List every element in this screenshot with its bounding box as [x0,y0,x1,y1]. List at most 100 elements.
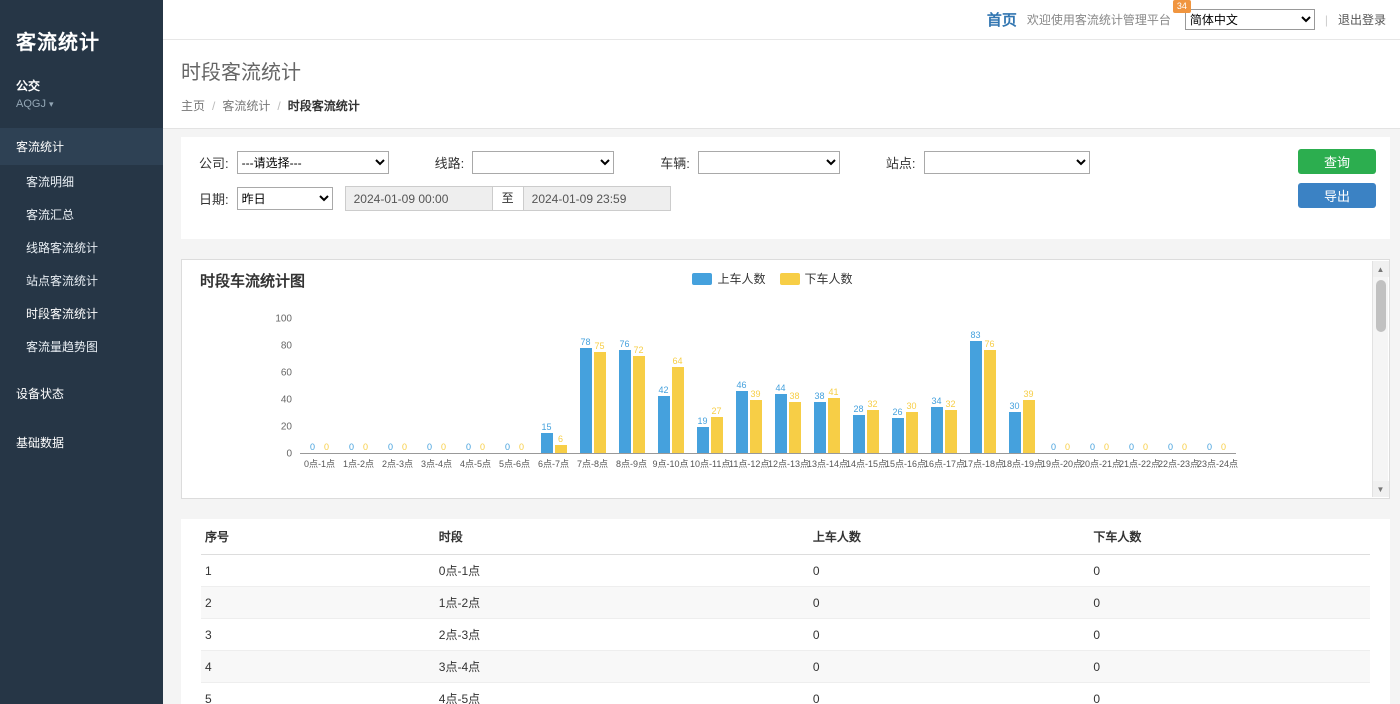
sidebar-item[interactable]: 客流量趋势图 [0,330,163,363]
bar[interactable] [750,400,762,453]
table-row: 54点-5点00 [201,683,1370,704]
bar-group: 00 [1080,318,1119,453]
scroll-up-icon[interactable]: ▲ [1373,261,1389,277]
bar[interactable] [594,352,606,453]
bar[interactable] [619,350,631,453]
bar[interactable] [814,402,826,453]
table-cell: 0 [1089,555,1370,587]
sidebar-section-base-data[interactable]: 基础数据 [0,424,163,461]
bar[interactable] [931,407,943,453]
sidebar-section-passenger-flow[interactable]: 客流统计 [0,128,163,165]
bar[interactable] [736,391,748,453]
bar-value-label: 46 [736,380,746,390]
legend-item[interactable]: 下车人数 [780,270,853,287]
bar-wrap: 46 [736,380,748,453]
bar-wrap: 41 [828,387,840,453]
x-tick-label: 13点-14点 [807,457,846,470]
bar[interactable] [970,341,982,453]
bar[interactable] [1023,400,1035,453]
bar-value-label: 0 [427,442,432,452]
bar[interactable] [672,367,684,453]
date-preset-select[interactable]: 昨日 [237,187,333,210]
bar-group: 7875 [573,318,612,453]
scroll-down-icon[interactable]: ▼ [1373,481,1389,497]
notification-badge[interactable]: 34 [1173,0,1191,13]
bar[interactable] [867,410,879,453]
bar[interactable] [580,348,592,453]
breadcrumb-separator: / [277,99,280,113]
bar-group: 00 [1158,318,1197,453]
org-selector[interactable]: AQGJ ▾ [0,96,163,128]
bar-value-label: 0 [324,442,329,452]
bar[interactable] [828,398,840,453]
bar-value-label: 30 [906,401,916,411]
breadcrumb-item[interactable]: 主页 [181,97,205,114]
date-label: 日期: [199,189,229,208]
page-header: 时段客流统计 主页/客流统计/时段客流统计 [163,40,1400,129]
bar[interactable] [697,427,709,453]
bar-value-label: 0 [1104,442,1109,452]
bar-wrap: 0 [424,442,436,453]
x-tick-label: 15点-16点 [885,457,924,470]
home-link[interactable]: 首页 [987,9,1017,30]
vehicle-select[interactable] [698,151,840,174]
bar[interactable] [775,394,787,453]
logout-link[interactable]: 退出登录 [1338,11,1386,28]
bar[interactable] [711,417,723,453]
x-tick-label: 14点-15点 [846,457,885,470]
bar-wrap: 0 [307,442,319,453]
x-tick-label: 17点-18点 [963,457,1002,470]
sidebar-item[interactable]: 客流明细 [0,165,163,198]
bar-group: 4264 [651,318,690,453]
bar[interactable] [633,356,645,453]
chart-scrollbar[interactable]: ▲ ▼ [1372,261,1388,497]
bar-group: 4438 [768,318,807,453]
table-cell: 0点-1点 [435,555,809,587]
station-select[interactable] [924,151,1090,174]
language-select[interactable]: 简体中文 [1185,9,1315,30]
bar[interactable] [541,433,553,453]
bar-group: 00 [417,318,456,453]
legend-swatch-icon [780,273,800,285]
bar-group: 00 [1119,318,1158,453]
sidebar-section-device-status[interactable]: 设备状态 [0,375,163,412]
search-button[interactable]: 查询 [1298,149,1376,174]
legend-item[interactable]: 上车人数 [692,270,765,287]
bar[interactable] [789,402,801,453]
x-tick-label: 6点-7点 [534,457,573,470]
company-select[interactable]: ---请选择--- [237,151,389,174]
bar-wrap: 0 [1062,442,1074,453]
line-select[interactable] [472,151,614,174]
bar-value-label: 75 [594,341,604,351]
sidebar-item[interactable]: 站点客流统计 [0,264,163,297]
bar-group: 00 [456,318,495,453]
chevron-down-icon: ▾ [49,99,54,109]
bar[interactable] [906,412,918,453]
bar-value-label: 0 [1207,442,1212,452]
bar-value-label: 0 [1143,442,1148,452]
bar-value-label: 41 [828,387,838,397]
sidebar-item[interactable]: 线路客流统计 [0,231,163,264]
bar[interactable] [945,410,957,453]
scrollbar-thumb[interactable] [1376,280,1386,332]
sidebar-item[interactable]: 客流汇总 [0,198,163,231]
x-tick-label: 10点-11点 [690,457,729,470]
sidebar-item[interactable]: 时段客流统计 [0,297,163,330]
date-end-input[interactable] [523,186,671,211]
chart-area: 020406080100 000000000000156787576724264… [200,319,1363,454]
bar[interactable] [555,445,567,453]
y-tick-label: 80 [281,341,292,352]
bar[interactable] [658,396,670,453]
export-button[interactable]: 导出 [1298,183,1376,208]
col-header-alighting: 下车人数 [1089,519,1370,555]
date-start-input[interactable] [345,186,493,211]
table-cell: 5 [201,683,435,704]
bar-wrap: 0 [1179,442,1191,453]
bar[interactable] [853,415,865,453]
bar[interactable] [892,418,904,453]
bar[interactable] [1009,412,1021,453]
filter-panel: 公司: ---请选择--- 线路: 车辆: 站点: [181,137,1390,239]
breadcrumb-item[interactable]: 客流统计 [222,97,270,114]
bar[interactable] [984,350,996,453]
bar-wrap: 6 [555,434,567,453]
